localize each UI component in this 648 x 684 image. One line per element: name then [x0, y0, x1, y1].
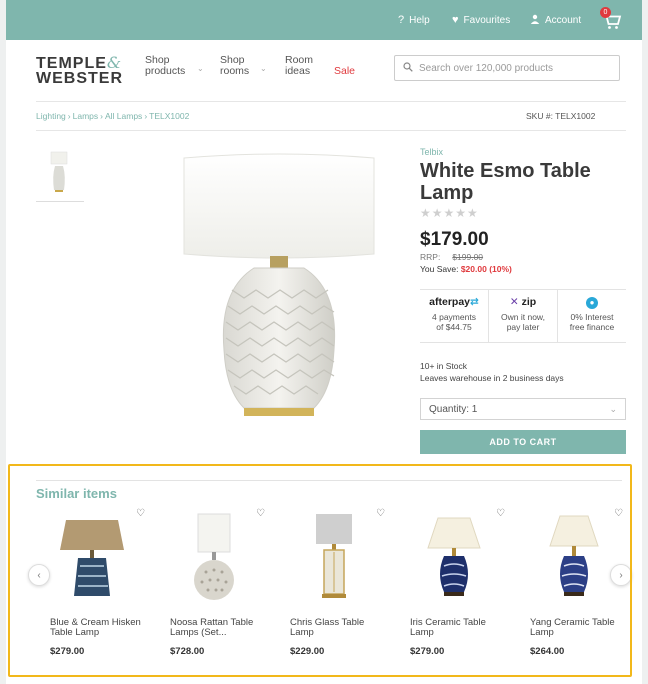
- rating-stars[interactable]: ★★★★★: [420, 206, 479, 220]
- savings-value: $20.00 (10%): [460, 264, 512, 274]
- add-to-cart-button[interactable]: ADD TO CART: [420, 430, 626, 454]
- stock-status: 10+ in Stock: [420, 361, 468, 371]
- afterpay-logo: afterpay⇄: [429, 296, 479, 308]
- chevron-down-icon: ⌄: [197, 64, 204, 73]
- favourites-label: Favourites: [463, 14, 511, 26]
- breadcrumb-lamps[interactable]: Lamps: [73, 111, 99, 121]
- rrp-line: RRP: $199.00: [420, 252, 483, 262]
- site-logo[interactable]: TEMPLE& WEBSTER: [36, 55, 123, 87]
- product-thumbnail[interactable]: [36, 146, 84, 202]
- afterpay-option[interactable]: afterpay⇄ 4 payments of $44.75: [420, 290, 488, 342]
- nav-shop-products[interactable]: Shop products ⌄: [145, 55, 204, 77]
- utility-bar: ? Help ♥ Favourites Account 0: [6, 0, 642, 40]
- chevron-down-icon: ⌄: [260, 64, 267, 73]
- help-label: Help: [409, 14, 430, 26]
- breadcrumb: Lighting › Lamps › All Lamps › TELX1002: [36, 111, 190, 121]
- zip-line1: Own it now,: [501, 312, 545, 322]
- search-box[interactable]: [394, 55, 620, 81]
- finance-line1: 0% Interest: [570, 312, 614, 322]
- search-icon: [403, 61, 413, 75]
- afterpay-line2: of $44.75: [436, 322, 472, 332]
- product-main-image[interactable]: [164, 150, 394, 430]
- finance-icon: ●: [586, 297, 598, 309]
- savings-label: You Save:: [420, 264, 459, 274]
- nav-shop-products-line2: products: [145, 65, 186, 77]
- search-input[interactable]: [419, 62, 609, 74]
- dispatch-info: Leaves warehouse in 2 business days: [420, 373, 564, 383]
- nav-shop-rooms-line2: rooms: [220, 65, 250, 77]
- favourites-link[interactable]: ♥ Favourites: [452, 0, 510, 40]
- cart-count-badge: 0: [600, 7, 611, 18]
- help-link[interactable]: ? Help: [398, 0, 430, 40]
- finance-option[interactable]: ● 0% Interest free finance: [557, 290, 626, 342]
- zip-logo: ✕ zip: [509, 296, 537, 308]
- breadcrumb-lighting[interactable]: Lighting: [36, 111, 66, 121]
- header-divider: [36, 101, 626, 102]
- nav-room-ideas-line2: ideas: [285, 65, 311, 77]
- breadcrumb-divider: [36, 130, 626, 131]
- chevron-down-icon: ⌄: [609, 403, 617, 414]
- heart-icon: ♥: [452, 14, 459, 26]
- sku-label: SKU #: TELX1002: [526, 111, 596, 121]
- quantity-select[interactable]: Quantity: 1 ⌄: [420, 398, 626, 420]
- similar-items-highlight: [8, 464, 632, 677]
- breadcrumb-all-lamps[interactable]: All Lamps: [105, 111, 142, 121]
- payment-options: afterpay⇄ 4 payments of $44.75 ✕ zip Own…: [420, 289, 626, 343]
- product-title: White Esmo Table Lamp: [420, 160, 591, 204]
- logo-line2: WEBSTER: [36, 70, 123, 87]
- nav-room-ideas[interactable]: Room ideas: [285, 55, 313, 77]
- rrp-value: $199.00: [452, 252, 484, 262]
- account-label: Account: [545, 14, 582, 26]
- rrp-label: RRP:: [420, 252, 441, 262]
- nav-sale[interactable]: Sale: [334, 66, 355, 77]
- afterpay-line1: 4 payments: [432, 312, 476, 322]
- product-price: $179.00: [420, 229, 489, 250]
- product-brand-link[interactable]: Telbix: [420, 147, 443, 157]
- nav-shop-rooms[interactable]: Shop rooms ⌄: [220, 55, 267, 77]
- breadcrumb-current: TELX1002: [149, 111, 190, 121]
- user-icon: [530, 14, 540, 27]
- finance-line2: free finance: [569, 322, 615, 332]
- help-icon: ?: [398, 14, 405, 26]
- zip-line2: pay later: [506, 322, 540, 332]
- savings-line: You Save: $20.00 (10%): [420, 264, 512, 274]
- zip-option[interactable]: ✕ zip Own it now, pay later: [488, 290, 557, 342]
- cart-button[interactable]: 0: [600, 7, 622, 31]
- quantity-value: Quantity: 1: [429, 403, 478, 415]
- account-link[interactable]: Account: [530, 0, 581, 40]
